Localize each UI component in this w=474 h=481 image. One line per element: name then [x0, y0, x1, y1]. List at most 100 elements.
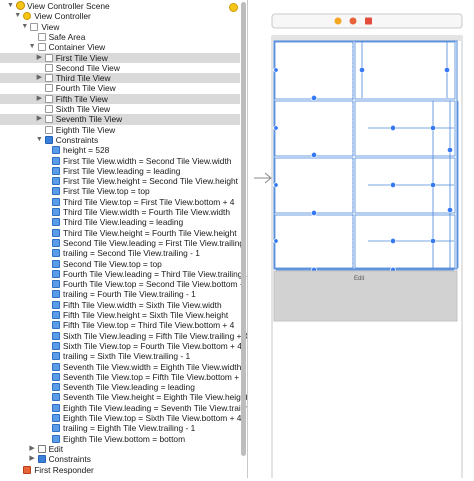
outline-row-label: Fourth Tile View.top = Second Tile View.…	[63, 279, 248, 290]
con-icon	[52, 434, 60, 443]
outline-row[interactable]: Seventh Tile View.top = Fifth Tile View.…	[0, 372, 246, 382]
outline-row[interactable]: Second Tile View.leading = First Tile Vi…	[0, 238, 247, 248]
outline-row[interactable]: Third Tile View.width = Fourth Tile View…	[0, 207, 240, 217]
disclosure-expanded-icon[interactable]: ▼	[35, 135, 44, 145]
disclosure-expanded-icon[interactable]: ▼	[28, 42, 37, 52]
outline-row[interactable]: Seventh Tile View.height = Eighth Tile V…	[0, 392, 247, 402]
disclosure-collapsed-icon[interactable]: ▶	[35, 94, 44, 104]
outline-row[interactable]: Sixth Tile View	[0, 104, 240, 114]
cons-icon	[44, 135, 53, 144]
outline-row[interactable]: trailing = Fourth Tile View.trailing - 1	[0, 289, 240, 299]
con-icon	[52, 228, 60, 237]
first-responder-icon[interactable]	[349, 17, 357, 25]
outline-row[interactable]: Eighth Tile View.top = Sixth Tile View.b…	[0, 413, 241, 423]
btn-icon	[37, 444, 46, 453]
outline-row[interactable]: ▼ Container View	[0, 42, 240, 52]
outline-row-label: Seventh Tile View.leading = leading	[63, 382, 195, 393]
outline-row[interactable]: Third Tile View.height = Fourth Tile Vie…	[0, 228, 240, 238]
outline-row[interactable]: Second Tile View.top = top	[0, 259, 240, 269]
storyboard-canvas[interactable]: Edit	[248, 0, 474, 481]
outline-row[interactable]: ▶ Seventh Tile View	[0, 114, 240, 125]
outline-row[interactable]: Fifth Tile View.top = Third Tile View.bo…	[0, 320, 240, 330]
disclosure-expanded-icon[interactable]: ▼	[6, 1, 15, 11]
outline-row-label: Fifth Tile View.top = Third Tile View.bo…	[63, 320, 235, 331]
outline-row-label: Fifth Tile View	[55, 93, 108, 104]
exit-icon[interactable]	[365, 17, 372, 25]
outline-row-label: Edit	[48, 443, 64, 454]
con-icon	[52, 311, 60, 319]
outline-row-label: height = 528	[63, 145, 110, 156]
outline-row[interactable]: Safe Area	[0, 32, 240, 42]
disclosure-collapsed-icon[interactable]: ▶	[35, 73, 44, 83]
outline-row[interactable]: First Responder	[0, 465, 240, 475]
outline-row[interactable]: height = 528	[0, 145, 240, 155]
outline-row-label: First Tile View.height = Second Tile Vie…	[63, 176, 238, 187]
outline-row-label: Fourth Tile View	[55, 83, 116, 94]
outline-row[interactable]: ▶ Edit	[0, 444, 240, 454]
outline-row-label: Eighth Tile View	[55, 124, 116, 135]
outline-row-label: Eighth Tile View.leading = Seventh Tile …	[63, 402, 248, 413]
outline-row[interactable]: Sixth Tile View.leading = Fifth Tile Vie…	[0, 331, 247, 341]
con-icon	[52, 156, 60, 165]
outline-row[interactable]: trailing = Sixth Tile View.trailing - 1	[0, 351, 240, 361]
view-icon	[44, 125, 53, 134]
outline-row[interactable]: Seventh Tile View.width = Eighth Tile Vi…	[0, 361, 242, 372]
vc-icon	[23, 12, 32, 21]
outline-row[interactable]: Second Tile View	[0, 63, 240, 73]
outline-row[interactable]: Fifth Tile View.height = Sixth Tile View…	[0, 310, 240, 320]
outline-row[interactable]: Fourth Tile View.top = Second Tile View.…	[0, 279, 247, 289]
document-outline: ▼ View Controller Scene ▼ View Controller ▼ V…	[0, 0, 248, 478]
con-icon	[52, 290, 60, 299]
outline-row[interactable]: Seventh Tile View.leading = leading	[0, 382, 240, 392]
view-controller-icon[interactable]	[334, 17, 342, 25]
outline-row-label: Seventh Tile View.width = Eighth Tile Vi…	[63, 361, 242, 372]
outline-row[interactable]: Third Tile View.leading = leading	[0, 217, 240, 227]
outline-row[interactable]: ▶ Third Tile View	[0, 73, 240, 84]
scene-view[interactable]	[271, 35, 463, 481]
con-icon	[52, 424, 60, 433]
outline-row[interactable]: ▼ View Controller Scene	[0, 1, 240, 11]
outline-row[interactable]: ▼ View	[0, 22, 240, 32]
disclosure-collapsed-icon[interactable]: ▶	[35, 114, 44, 124]
outline-row[interactable]: ▶ Fifth Tile View	[0, 93, 240, 104]
outline-row[interactable]: Sixth Tile View.top = Fourth Tile View.b…	[0, 340, 242, 351]
outline-scrollbar[interactable]	[241, 2, 246, 456]
outline-row[interactable]: Eighth Tile View.leading = Seventh Tile …	[0, 403, 247, 413]
outline-row[interactable]: Fourth Tile View.leading = Third Tile Vi…	[0, 269, 247, 279]
disclosure-collapsed-icon[interactable]: ▶	[28, 454, 37, 464]
con-icon	[52, 197, 60, 206]
scene-status-dot-icon	[229, 3, 238, 12]
outline-row-label: Seventh Tile View	[55, 114, 123, 125]
outline-row[interactable]: First Tile View.leading = leading	[0, 166, 240, 176]
con-icon	[52, 249, 60, 258]
outline-row[interactable]: ▼ View Controller	[0, 11, 240, 21]
disclosure-expanded-icon[interactable]: ▼	[13, 11, 22, 21]
con-icon	[52, 341, 60, 350]
outline-row-label: View	[41, 21, 60, 32]
outline-row[interactable]: Third Tile View.top = First Tile View.bo…	[0, 197, 240, 207]
outline-row[interactable]: Fourth Tile View	[0, 83, 240, 93]
outline-row-label: Sixth Tile View.top = Fourth Tile View.b…	[63, 340, 242, 351]
outline-row[interactable]: trailing = Second Tile View.trailing - 1	[0, 248, 240, 258]
disclosure-collapsed-icon[interactable]: ▶	[35, 53, 44, 63]
scene-icon	[16, 1, 25, 10]
outline-row[interactable]: ▼ Constraints	[0, 135, 240, 145]
outline-row-label: Eighth Tile View.bottom = bottom	[63, 433, 186, 444]
disclosure-collapsed-icon[interactable]: ▶	[28, 444, 37, 454]
disclosure-expanded-icon[interactable]: ▼	[20, 22, 29, 32]
outline-row[interactable]: Eighth Tile View.bottom = bottom	[0, 434, 240, 444]
outline-row[interactable]: Fifth Tile View.width = Sixth Tile View.…	[0, 300, 240, 310]
outline-row[interactable]: trailing = Eighth Tile View.trailing - 1	[0, 423, 240, 433]
outline-row[interactable]: ▶ Constraints	[0, 454, 240, 464]
outline-row[interactable]: First Tile View.top = top	[0, 186, 240, 196]
edit-button[interactable]	[273, 270, 458, 322]
con-icon	[52, 331, 60, 340]
view-icon	[44, 94, 53, 103]
outline-row[interactable]: First Tile View.width = Second Tile View…	[0, 156, 240, 166]
outline-row[interactable]: Eighth Tile View	[0, 125, 240, 135]
outline-row[interactable]: ▶ First Tile View	[0, 52, 240, 63]
con-icon	[52, 383, 60, 392]
outline-row[interactable]: First Tile View.height = Second Tile Vie…	[0, 176, 240, 186]
view-icon	[44, 63, 53, 72]
outline-row-label: Second Tile View.leading = First Tile Vi…	[63, 237, 248, 248]
